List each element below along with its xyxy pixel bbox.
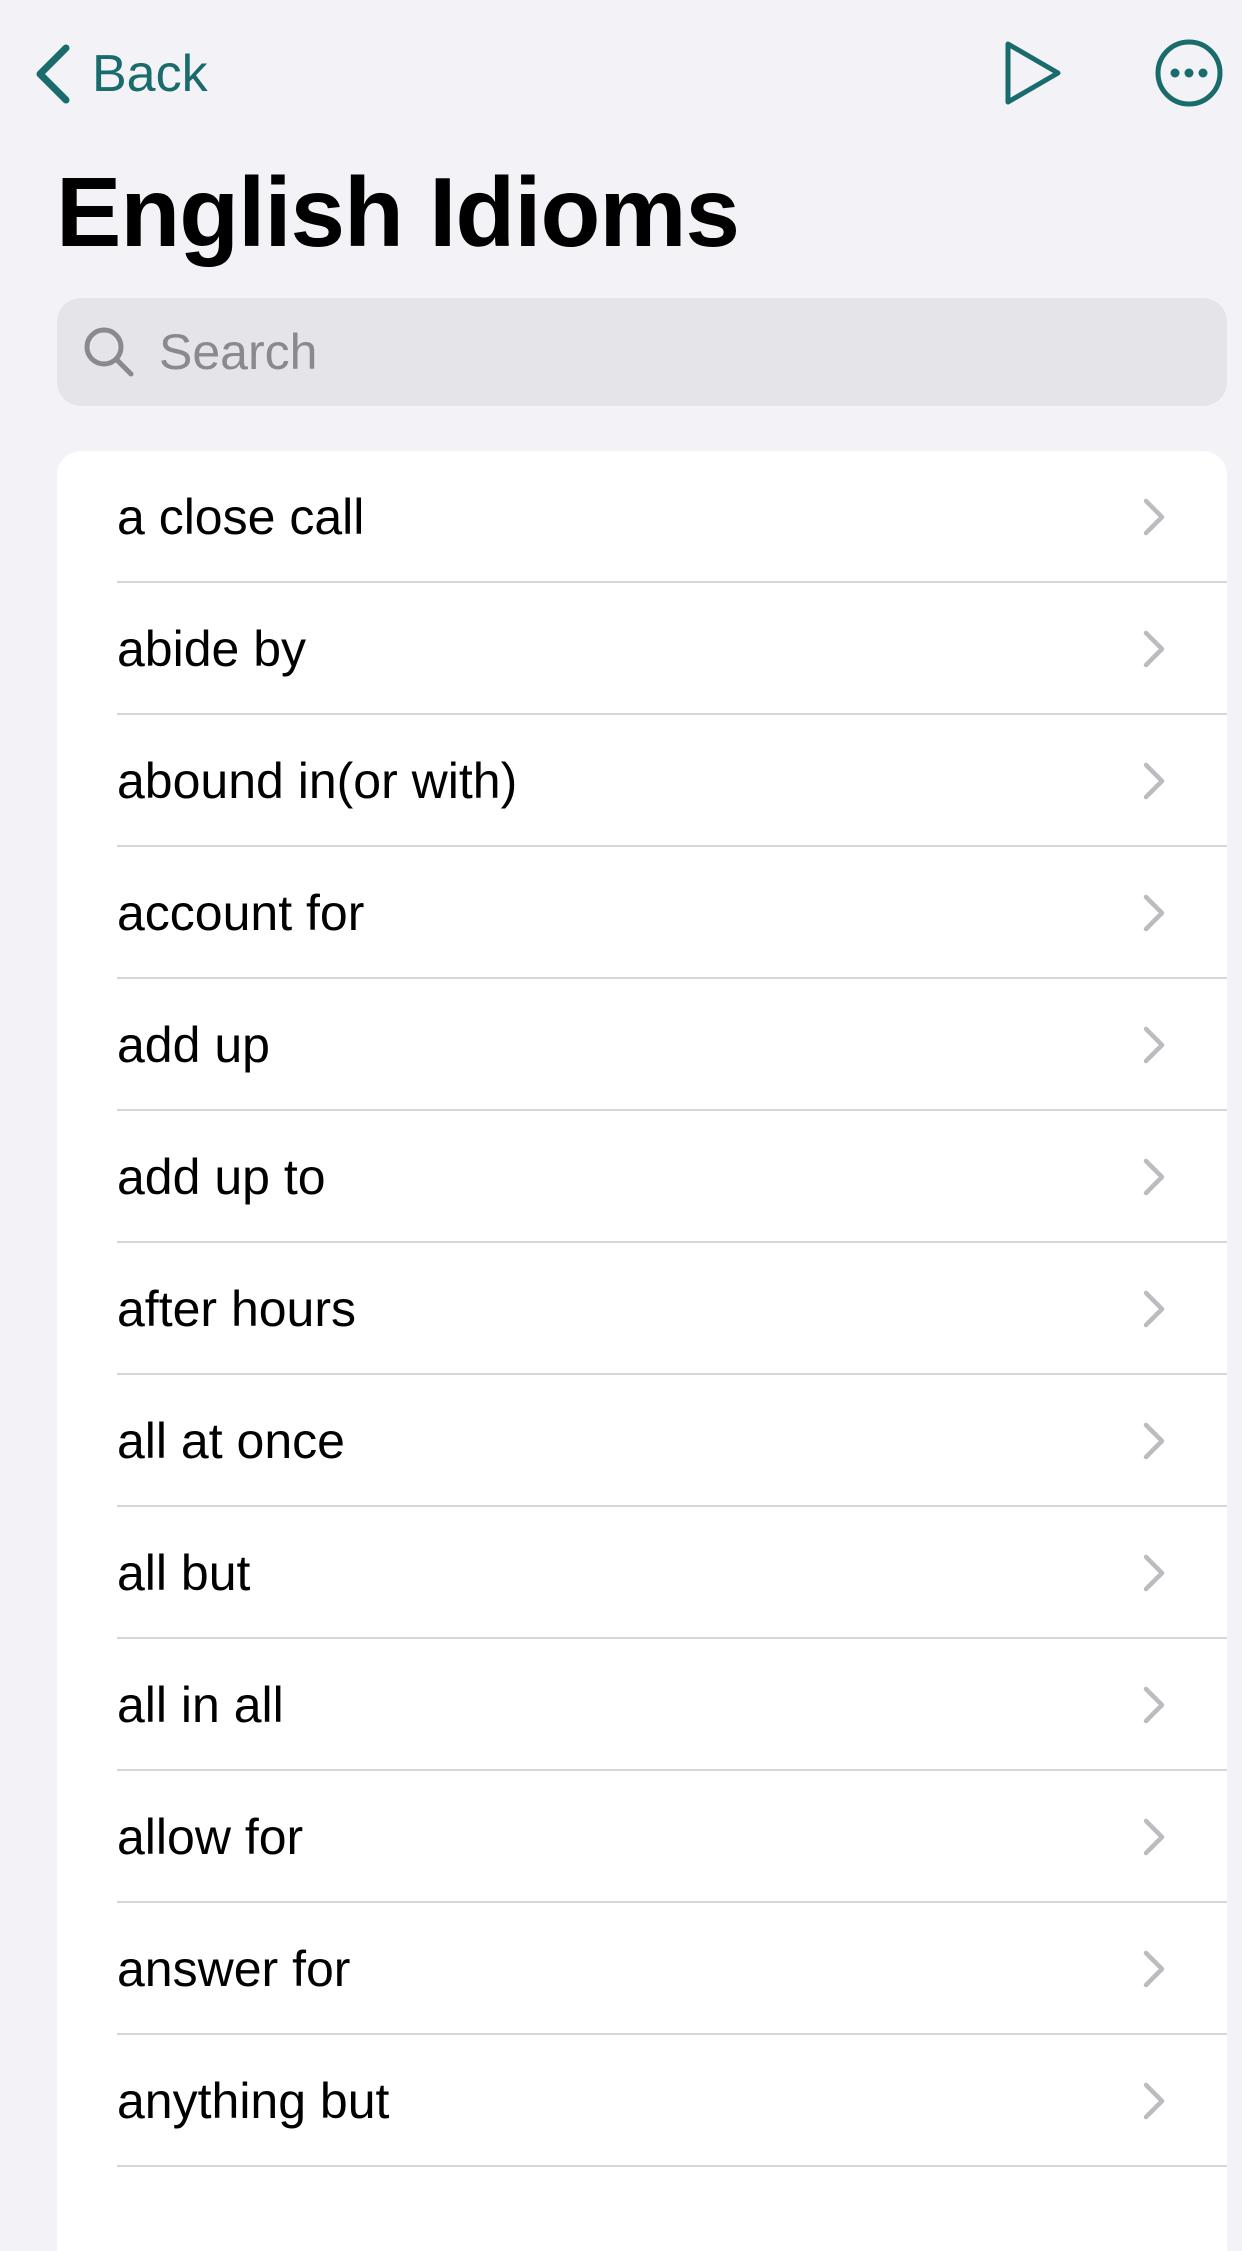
list-item[interactable]: anything but	[57, 2035, 1227, 2167]
list-item-label: all at once	[117, 1413, 345, 1469]
chevron-right-icon	[1143, 1026, 1165, 1064]
chevron-right-icon	[1143, 498, 1165, 536]
navigation-bar: Back	[0, 0, 1242, 150]
chevron-right-icon	[1143, 630, 1165, 668]
list-item-label: answer for	[117, 1941, 351, 1997]
chevron-right-icon	[1143, 1422, 1165, 1460]
list-item-label: account for	[117, 885, 365, 941]
list-item[interactable]: abound in(or with)	[57, 715, 1227, 847]
idiom-list: a close call abide by abound in(or with)…	[57, 451, 1227, 2251]
list-item[interactable]: add up to	[57, 1111, 1227, 1243]
list-item[interactable]: account for	[57, 847, 1227, 979]
list-item[interactable]: all but	[57, 1507, 1227, 1639]
list-item[interactable]: a close call	[57, 451, 1227, 583]
chevron-right-icon	[1143, 762, 1165, 800]
back-label: Back	[92, 45, 208, 103]
list-item-label: after hours	[117, 1281, 357, 1337]
chevron-right-icon	[1143, 1950, 1165, 1988]
list-item-label: add up to	[117, 1149, 326, 1205]
list-item-label: abide by	[117, 621, 307, 677]
list-item-label: anything but	[117, 2073, 390, 2129]
chevron-left-icon	[36, 44, 70, 104]
search-input[interactable]	[159, 323, 1159, 381]
search-bar[interactable]	[57, 298, 1227, 406]
play-icon[interactable]	[1000, 38, 1064, 108]
back-button[interactable]: Back	[30, 36, 208, 112]
list-item[interactable]: answer for	[57, 1903, 1227, 2035]
list-item-label: allow for	[117, 1809, 304, 1865]
list-item-label: add up	[117, 1017, 270, 1073]
list-item[interactable]: all in all	[57, 1639, 1227, 1771]
list-item-label: all in all	[117, 1677, 284, 1733]
chevron-right-icon	[1143, 894, 1165, 932]
chevron-right-icon	[1143, 1158, 1165, 1196]
chevron-right-icon	[1143, 1818, 1165, 1856]
list-item[interactable]: add up	[57, 979, 1227, 1111]
chevron-right-icon	[1143, 1686, 1165, 1724]
list-item-label: all but	[117, 1545, 251, 1601]
list-item[interactable]: all at once	[57, 1375, 1227, 1507]
ellipsis-circle-icon[interactable]	[1154, 38, 1224, 108]
chevron-right-icon	[1143, 1554, 1165, 1592]
list-item-label: a close call	[117, 489, 365, 545]
list-item-label: abound in(or with)	[117, 753, 518, 809]
chevron-right-icon	[1143, 2082, 1165, 2120]
page-title: English Idioms	[56, 157, 740, 267]
search-icon	[84, 327, 134, 377]
chevron-right-icon	[1143, 1290, 1165, 1328]
list-item[interactable]: after hours	[57, 1243, 1227, 1375]
list-item[interactable]: allow for	[57, 1771, 1227, 1903]
list-item[interactable]: abide by	[57, 583, 1227, 715]
